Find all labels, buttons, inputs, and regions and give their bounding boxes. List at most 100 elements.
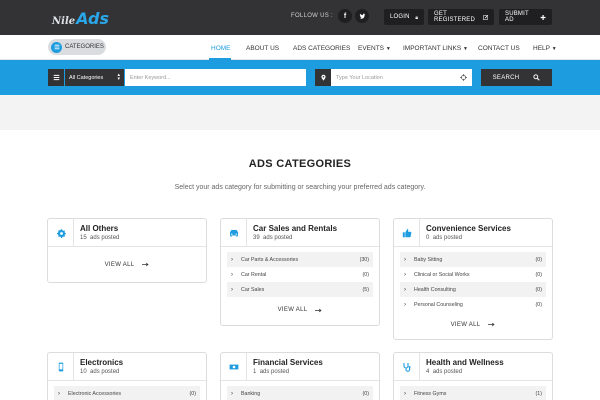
nav-about-us[interactable]: ABOUT US <box>246 45 279 52</box>
card-title[interactable]: Financial Services <box>253 358 323 367</box>
subcategory-count: (0) <box>535 301 542 308</box>
subcategory-list: › Baby Sitting (0) › Clinical or Social Wor… <box>394 247 552 312</box>
twitter-icon[interactable] <box>355 9 369 23</box>
categories-button-label: CATEGORIES <box>65 44 104 50</box>
facebook-icon[interactable]: f <box>338 9 352 23</box>
categories-button[interactable]: CATEGORIES <box>48 39 106 55</box>
edit-icon <box>482 14 488 20</box>
stethoscope-icon <box>394 353 420 380</box>
follow-us-label: FOLLOW US : <box>291 13 333 19</box>
subcategory-item[interactable]: › Car Rental (0) <box>227 267 373 282</box>
nav-important-links-label: IMPORTANT LINKS <box>403 45 462 52</box>
search-icon <box>533 74 541 81</box>
chevron-right-icon: › <box>231 256 233 263</box>
card-title[interactable]: All Others <box>80 224 118 233</box>
section-subtitle: Select your ads category for submitting … <box>174 184 426 191</box>
nav-home[interactable]: HOME <box>211 45 231 52</box>
location-input[interactable]: Type Your Location <box>331 69 472 86</box>
view-all-link[interactable]: VIEW ALL <box>394 312 552 337</box>
thumbs-up-icon <box>394 219 420 246</box>
category-card-convenience-services: Convenience Services 0 ads posted › Baby … <box>393 218 553 340</box>
crosshair-icon[interactable] <box>460 74 467 81</box>
subcategory-list: › Fitness Gyms (1) <box>394 381 552 400</box>
subcategory-item[interactable]: › Electronic Accessories (0) <box>54 386 200 400</box>
search-bar: All Categories ▴ ▾ Enter Keyword... Type … <box>0 60 600 95</box>
nav-help[interactable]: HELP ▼ <box>533 45 557 52</box>
car-icon <box>221 219 247 246</box>
get-registered-label: GET REGISTERED <box>434 11 476 23</box>
chevron-right-icon: › <box>404 271 406 278</box>
card-ads-count: 0 ads posted <box>426 235 462 241</box>
chevron-right-icon: › <box>404 286 406 293</box>
chevron-right-icon: › <box>231 286 233 293</box>
ads-count-value: 15 <box>80 235 87 241</box>
subcategory-count: (5) <box>362 286 369 293</box>
arrow-right-icon <box>142 262 149 267</box>
get-registered-button[interactable]: GET REGISTERED <box>428 9 494 25</box>
card-ads-count: 15 ads posted <box>80 235 119 241</box>
logo-text-ads: Ads <box>76 9 109 28</box>
login-button[interactable]: LOGIN <box>384 9 424 25</box>
category-select[interactable]: All Categories ▴ ▾ <box>65 69 124 86</box>
card-title[interactable]: Convenience Services <box>426 224 511 233</box>
site-logo[interactable]: Nile Ads <box>52 9 109 28</box>
top-bar: Nile Ads FOLLOW US : f LOGIN GET REGISTE… <box>0 0 600 35</box>
ads-count-suffix: ads posted <box>90 235 120 241</box>
nav-important-links[interactable]: IMPORTANT LINKS ▼ <box>403 45 468 52</box>
chevron-right-icon: › <box>404 390 406 397</box>
subcategory-item[interactable]: › Car Parts & Accessories (30) <box>227 252 373 267</box>
subcategory-item[interactable]: › Clinical or Social Works (0) <box>400 267 546 282</box>
main-nav: CATEGORIES HOME ABOUT US ADS CATEGORIES … <box>0 35 600 60</box>
keyword-input[interactable]: Enter Keyword... <box>125 69 306 86</box>
chevron-down-icon: ▼ <box>462 46 468 52</box>
arrow-right-icon <box>488 322 495 327</box>
subcategory-item[interactable]: › Banking (0) <box>227 386 373 400</box>
nav-ads-categories[interactable]: ADS CATEGORIES <box>293 45 350 52</box>
card-ads-count: 39 ads posted <box>253 235 292 241</box>
subcategory-count: (0) <box>362 271 369 278</box>
logo-text-nile: Nile <box>52 16 76 27</box>
card-header: Health and Wellness 4 ads posted <box>394 353 552 381</box>
nav-help-label: HELP <box>533 45 550 52</box>
card-ads-count: 4 ads posted <box>426 369 462 375</box>
subcategory-count: (0) <box>189 390 196 397</box>
view-all-link[interactable]: VIEW ALL <box>48 247 206 282</box>
plus-icon <box>540 14 546 20</box>
search-button-label: SEARCH <box>492 74 520 81</box>
nav-events[interactable]: EVENTS ▼ <box>358 45 391 52</box>
menu-icon <box>51 41 62 53</box>
subcategory-name: Car Rental <box>241 271 267 278</box>
search-button[interactable]: SEARCH <box>481 69 552 86</box>
card-title[interactable]: Health and Wellness <box>426 358 504 367</box>
subcategory-list: › Electronic Accessories (0) <box>48 381 206 400</box>
ads-count-value: 1 <box>253 369 257 375</box>
card-header: Electronics 10 ads posted <box>48 353 206 381</box>
subcategory-item[interactable]: › Car Sales (5) <box>227 282 373 297</box>
subcategory-item[interactable]: › Baby Sitting (0) <box>400 252 546 267</box>
card-header: Car Sales and Rentals 39 ads posted <box>221 219 379 247</box>
category-card-car-sales: Car Sales and Rentals 39 ads posted › Car… <box>220 218 380 326</box>
category-card-all-others: All Others 15 ads posted VIEW ALL <box>47 218 207 283</box>
banner-strip <box>0 95 600 130</box>
subcategory-item[interactable]: › Fitness Gyms (1) <box>400 386 546 400</box>
subcategory-name: Clinical or Social Works <box>414 271 470 278</box>
view-all-label: VIEW ALL <box>277 307 308 313</box>
subcategory-name: Banking <box>241 390 261 397</box>
card-title[interactable]: Electronics <box>80 358 123 367</box>
chevron-right-icon: › <box>404 301 406 308</box>
view-all-label: VIEW ALL <box>450 321 481 328</box>
nav-contact-us[interactable]: CONTACT US <box>478 45 520 52</box>
card-title[interactable]: Car Sales and Rentals <box>253 224 337 233</box>
subcategory-item[interactable]: › Personal Counseling (0) <box>400 297 546 312</box>
view-all-link[interactable]: VIEW ALL <box>221 297 379 323</box>
card-ads-count: 10 ads posted <box>80 369 119 375</box>
subcategory-item[interactable]: › Health Consulting (0) <box>400 282 546 297</box>
submit-ad-button[interactable]: SUBMIT AD <box>499 9 552 25</box>
chevron-right-icon: › <box>58 390 60 397</box>
chevron-right-icon: › <box>404 256 406 263</box>
subcategory-name: Electronic Accessories <box>68 390 121 397</box>
ads-count-suffix: ads posted <box>263 235 293 241</box>
subcategory-count: (30) <box>359 256 369 263</box>
ads-count-value: 39 <box>253 235 260 241</box>
card-header: Financial Services 1 ads posted <box>221 353 379 381</box>
